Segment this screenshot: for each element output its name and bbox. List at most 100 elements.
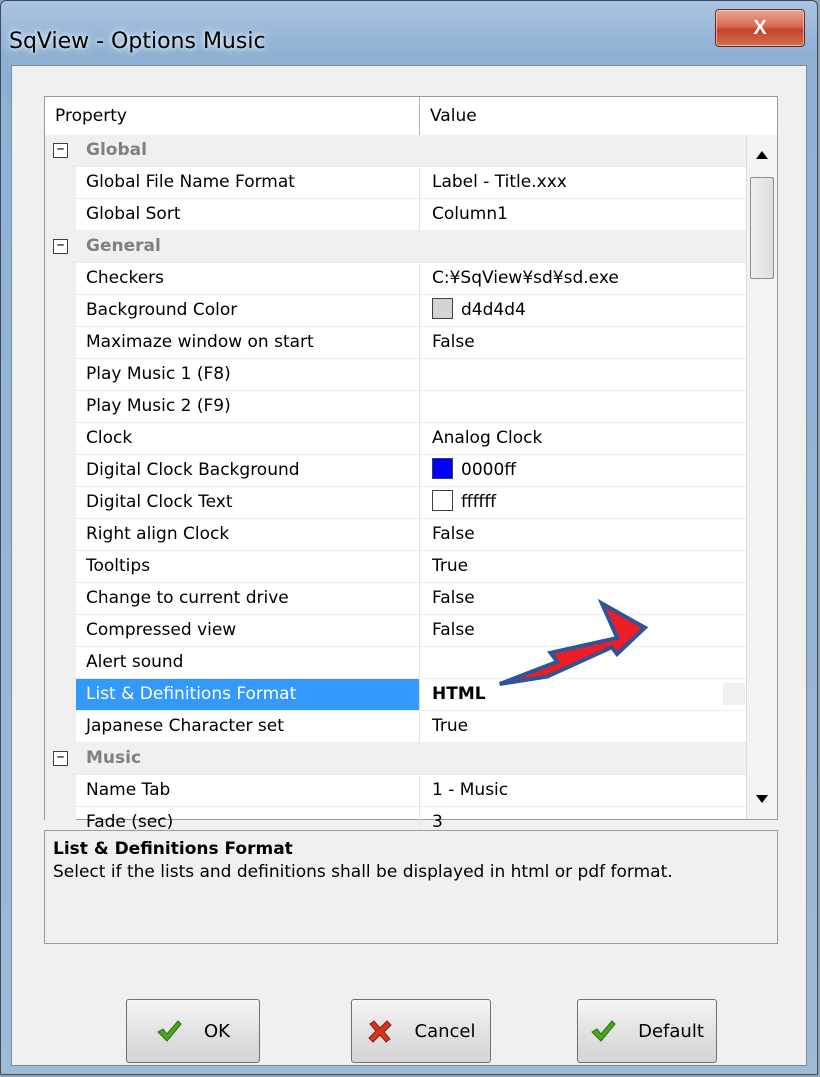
property-row[interactable]: Digital Clock Text ffffff <box>45 487 747 519</box>
property-name[interactable]: Alert sound <box>76 647 420 678</box>
property-name[interactable]: Maximaze window on start <box>76 327 420 358</box>
header-value[interactable]: Value <box>420 97 747 135</box>
header-property[interactable]: Property <box>45 97 420 135</box>
property-name[interactable]: Global Sort <box>76 199 420 230</box>
close-icon: X <box>753 16 767 39</box>
close-button[interactable]: X <box>715 9 805 47</box>
property-name[interactable]: Clock <box>76 423 420 454</box>
property-row[interactable]: Clock Analog Clock <box>45 423 747 455</box>
property-value[interactable]: Analog Clock <box>420 423 747 454</box>
property-value[interactable]: d4d4d4 <box>420 295 747 326</box>
property-value[interactable]: HTML <box>420 679 747 710</box>
property-row[interactable]: Checkers C:¥SqView¥sd¥sd.exe <box>45 263 747 295</box>
property-value-text: ffffff <box>461 492 497 512</box>
property-row[interactable]: Global File Name Format Label - Title.xxx <box>45 167 747 199</box>
property-value[interactable]: False <box>420 519 747 550</box>
row-gutter <box>45 295 76 326</box>
property-row[interactable]: Compressed view False <box>45 615 747 647</box>
property-row[interactable]: List & Definitions Format HTML <box>45 679 747 711</box>
property-value-text: Analog Clock <box>432 428 543 448</box>
property-value-text: 3 <box>432 812 443 832</box>
row-gutter <box>45 551 76 582</box>
value-edit-button[interactable] <box>723 683 745 705</box>
property-value[interactable]: False <box>420 327 747 358</box>
property-row[interactable]: Name Tab 1 - Music <box>45 775 747 807</box>
row-gutter <box>45 775 76 806</box>
property-row[interactable]: Digital Clock Background 0000ff <box>45 455 747 487</box>
arrow-down-icon <box>756 795 768 803</box>
property-name[interactable]: Global File Name Format <box>76 167 420 198</box>
collapse-icon[interactable]: − <box>45 231 76 262</box>
scroll-up-button[interactable] <box>749 141 775 169</box>
default-button[interactable]: Default <box>577 999 717 1063</box>
property-name[interactable]: Name Tab <box>76 775 420 806</box>
property-row[interactable]: Play Music 2 (F9) <box>45 391 747 423</box>
property-value[interactable]: Column1 <box>420 199 747 230</box>
property-value[interactable]: ffffff <box>420 487 747 518</box>
property-row[interactable]: Japanese Character set True <box>45 711 747 743</box>
row-gutter <box>45 327 76 358</box>
ok-button[interactable]: OK <box>126 999 260 1063</box>
property-value[interactable]: Label - Title.xxx <box>420 167 747 198</box>
property-row[interactable]: Change to current drive False <box>45 583 747 615</box>
property-value[interactable]: C:¥SqView¥sd¥sd.exe <box>420 263 747 294</box>
property-value[interactable] <box>420 391 747 422</box>
minus-icon: − <box>53 239 68 254</box>
category-label: Global <box>86 140 147 160</box>
category-row[interactable]: − General <box>45 231 747 263</box>
minus-icon: − <box>53 143 68 158</box>
row-gutter <box>45 391 76 422</box>
scrollbar-thumb[interactable] <box>750 177 774 279</box>
property-row[interactable]: Background Color d4d4d4 <box>45 295 747 327</box>
property-name[interactable]: Play Music 1 (F8) <box>76 359 420 390</box>
scroll-down-button[interactable] <box>749 785 775 813</box>
row-gutter <box>45 263 76 294</box>
row-gutter <box>45 359 76 390</box>
vertical-scrollbar[interactable] <box>746 135 777 819</box>
property-name[interactable]: Tooltips <box>76 551 420 582</box>
category-row[interactable]: − Global <box>45 135 747 167</box>
row-gutter <box>45 167 76 198</box>
property-value[interactable]: True <box>420 711 747 742</box>
property-name[interactable]: Checkers <box>76 263 420 294</box>
category-row[interactable]: − Music <box>45 743 747 775</box>
cancel-label: Cancel <box>414 1020 476 1042</box>
property-row[interactable]: Tooltips True <box>45 551 747 583</box>
property-name[interactable]: Play Music 2 (F9) <box>76 391 420 422</box>
collapse-icon[interactable]: − <box>45 743 76 774</box>
property-name[interactable]: Change to current drive <box>76 583 420 614</box>
property-value-text: False <box>432 588 475 608</box>
row-gutter <box>45 583 76 614</box>
options-dialog: SqView - Options Music X Property Value … <box>0 0 818 1075</box>
dialog-client-area: Property Value − Global Global File Name F… <box>11 65 807 1066</box>
property-name[interactable]: Digital Clock Text <box>76 487 420 518</box>
property-name[interactable]: Right align Clock <box>76 519 420 550</box>
property-row[interactable]: Right align Clock False <box>45 519 747 551</box>
collapse-icon[interactable]: − <box>45 135 76 166</box>
property-value[interactable]: 1 - Music <box>420 775 747 806</box>
property-name[interactable]: List & Definitions Format <box>76 679 420 710</box>
property-row[interactable]: Alert sound <box>45 647 747 679</box>
checkmark-icon <box>590 1019 616 1043</box>
property-value[interactable] <box>420 647 747 678</box>
property-value[interactable] <box>420 359 747 390</box>
property-name[interactable]: Background Color <box>76 295 420 326</box>
category-label: General <box>86 236 161 256</box>
property-value-text: False <box>432 332 475 352</box>
property-row[interactable]: Maximaze window on start False <box>45 327 747 359</box>
property-value[interactable]: 0000ff <box>420 455 747 486</box>
property-name[interactable]: Digital Clock Background <box>76 455 420 486</box>
property-value[interactable]: False <box>420 615 747 646</box>
property-name[interactable]: Compressed view <box>76 615 420 646</box>
property-value-text: True <box>432 716 469 736</box>
property-value[interactable]: True <box>420 551 747 582</box>
title-bar[interactable]: SqView - Options Music X <box>1 1 817 65</box>
property-row[interactable]: Global Sort Column1 <box>45 199 747 231</box>
default-label: Default <box>638 1020 704 1042</box>
property-name[interactable]: Japanese Character set <box>76 711 420 742</box>
property-value[interactable]: False <box>420 583 747 614</box>
row-gutter <box>45 711 76 742</box>
property-row[interactable]: Play Music 1 (F8) <box>45 359 747 391</box>
ok-label: OK <box>204 1020 230 1042</box>
cancel-button[interactable]: Cancel <box>351 999 491 1063</box>
